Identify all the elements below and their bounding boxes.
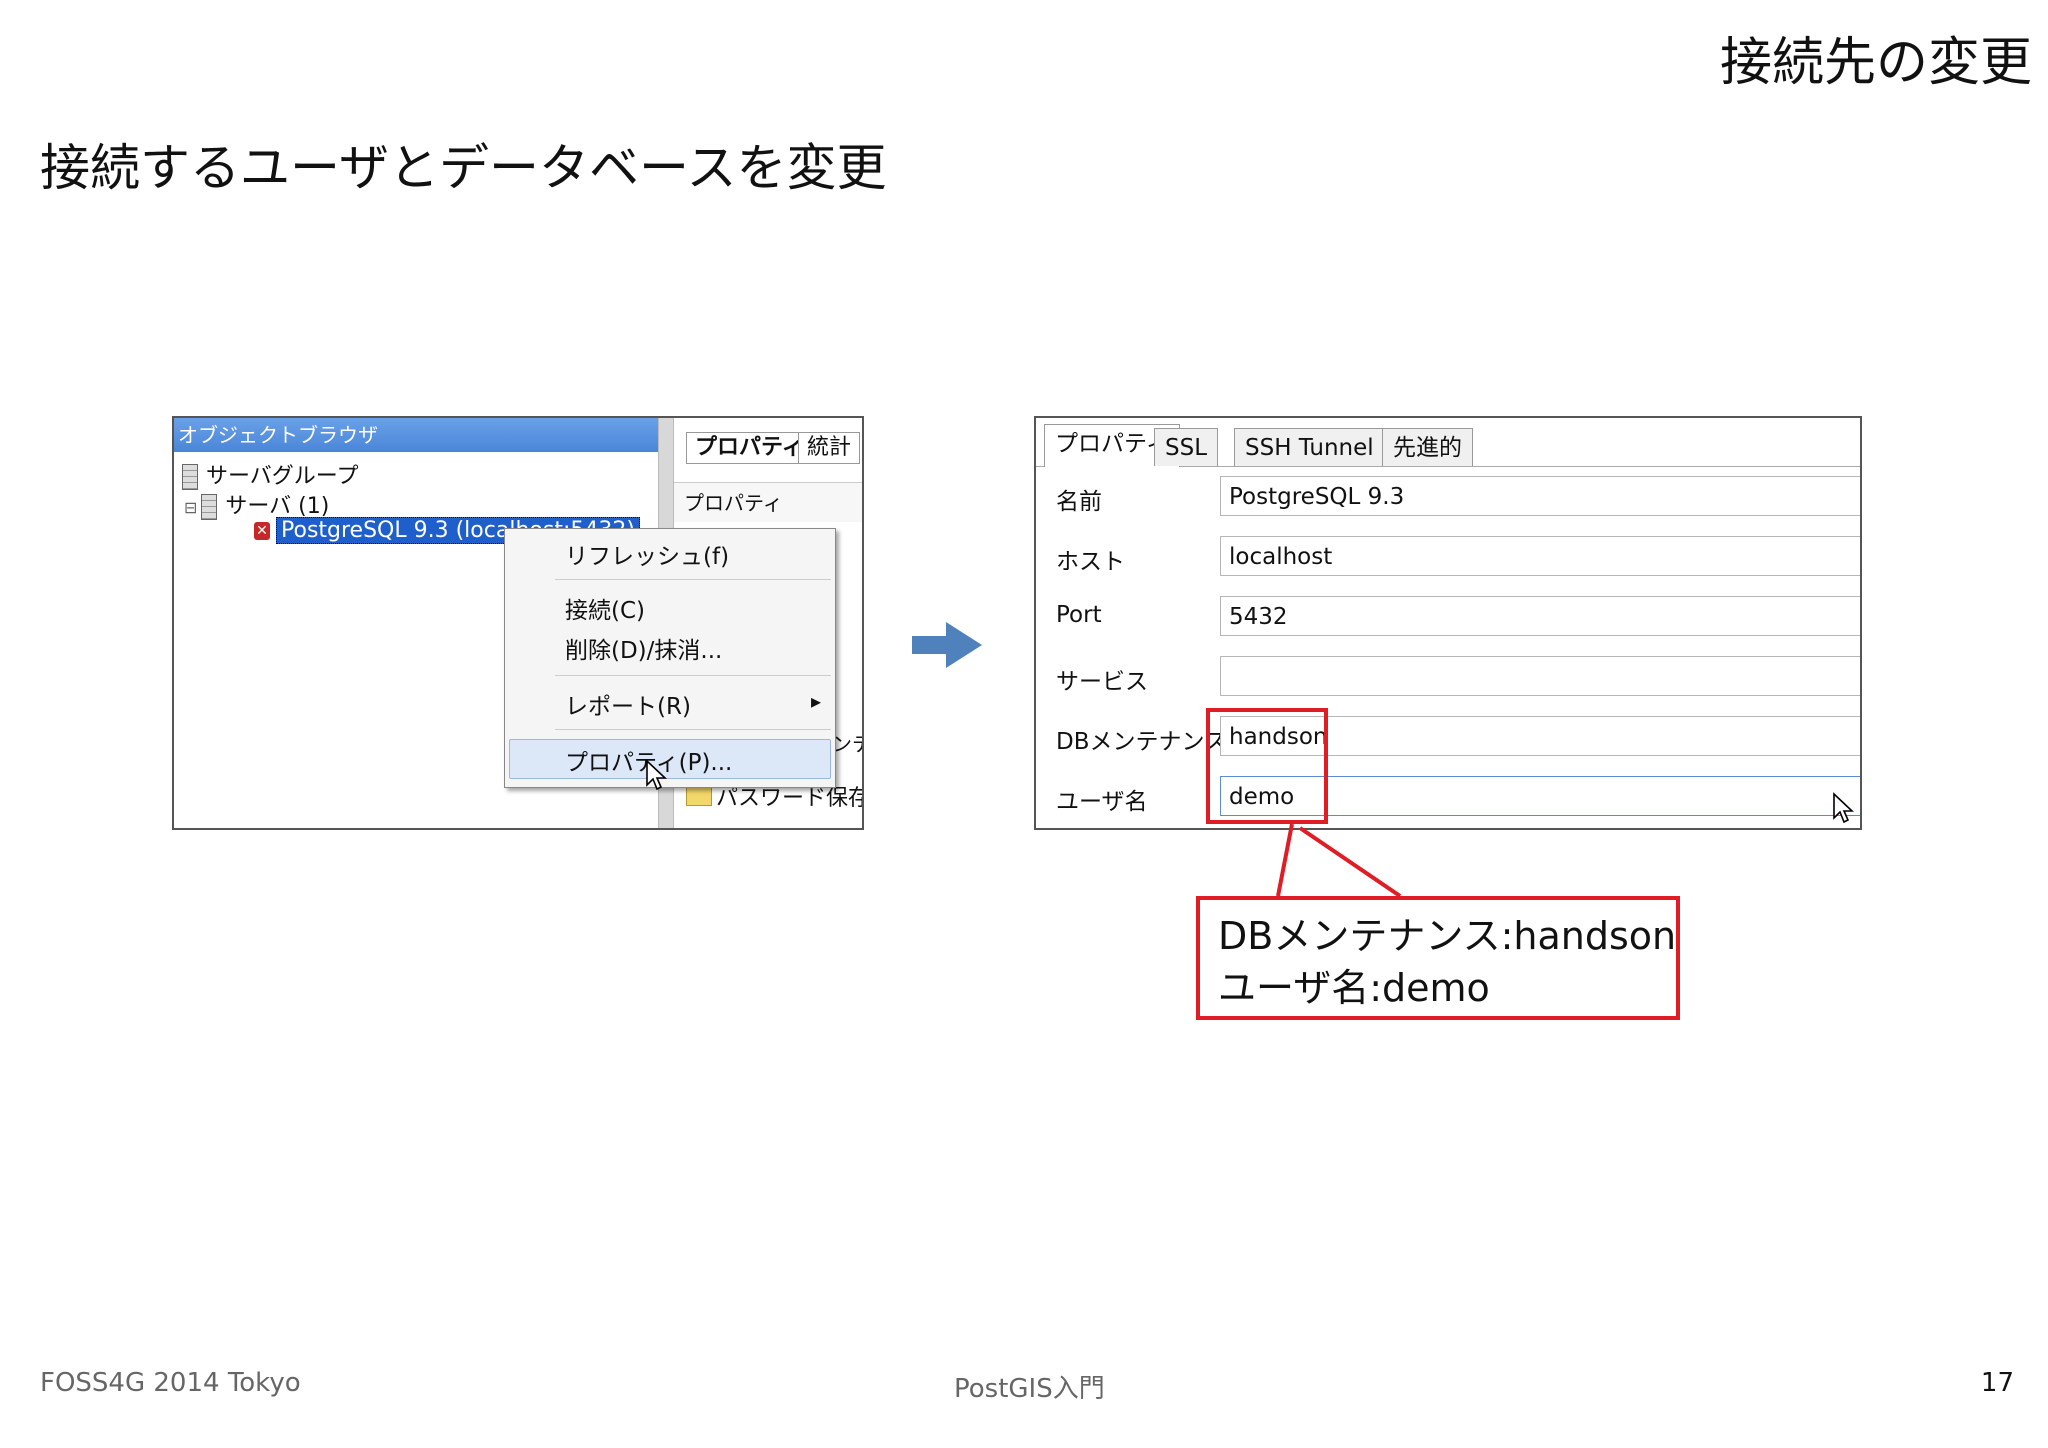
tab-ssh-tunnel[interactable]: SSH Tunnel: [1234, 428, 1385, 466]
tab-ssl[interactable]: SSL: [1154, 428, 1219, 466]
context-menu: リフレッシュ(f) 接続(C) 削除(D)/抹消... レポート(R) ▸ プロ…: [504, 528, 836, 791]
properties-tabs: プロパティ 統計: [676, 424, 862, 464]
object-browser-title: オブジェクトブラウザ: [178, 423, 378, 447]
tab-properties[interactable]: プロパティ: [686, 432, 813, 464]
callout-line-username: ユーザ名:demo: [1218, 966, 1490, 1010]
callout-line-maintenance-db: DBメンテナンス:handson: [1218, 914, 1677, 958]
tree-item-label: サーバ (1): [225, 494, 330, 519]
field-label-port: Port: [1056, 602, 1102, 628]
properties-dialog-screenshot: プロパティ SSL SSH Tunnel 先進的 名前 PostgreSQL 9…: [1034, 416, 1862, 830]
properties-pane-header: プロパティ: [674, 482, 862, 522]
tree-item-label: サーバグループ: [206, 464, 359, 489]
footer-left: FOSS4G 2014 Tokyo: [40, 1368, 301, 1398]
menu-item-report[interactable]: レポート(R): [565, 687, 691, 721]
object-browser-screenshot: オブジェクトブラウザ × サーバグループ ⊟サーバ (1) ✕PostgreSQ…: [172, 416, 864, 830]
server-group-icon: [182, 464, 198, 490]
host-input[interactable]: localhost: [1220, 536, 1860, 576]
server-icon: [201, 494, 218, 520]
callout-box: DBメンテナンス:handson ユーザ名:demo: [1196, 896, 1680, 1020]
field-label-name: 名前: [1056, 489, 1102, 515]
tab-advanced[interactable]: 先進的: [1382, 428, 1473, 466]
database-disconnected-icon: ✕: [254, 522, 270, 540]
field-label-service: サービス: [1056, 669, 1148, 695]
page-number: 17: [1980, 1368, 2014, 1398]
object-browser-header: オブジェクトブラウザ: [174, 418, 658, 452]
field-label-host: ホスト: [1056, 549, 1125, 575]
tab-statistics[interactable]: 統計: [798, 432, 861, 464]
tree-item-server-group[interactable]: サーバグループ: [182, 458, 358, 490]
properties-pane-label: プロパティ: [684, 491, 783, 515]
menu-separator: [555, 675, 831, 676]
menu-item-connect[interactable]: 接続(C): [565, 591, 645, 625]
mouse-cursor-icon: [646, 759, 668, 791]
menu-item-refresh[interactable]: リフレッシュ(f): [565, 537, 729, 571]
expand-icon[interactable]: ⊟: [184, 498, 197, 517]
tree-item-servers[interactable]: ⊟ サーバ (1): [184, 488, 329, 520]
submenu-arrow-icon: ▸: [810, 689, 821, 713]
menu-separator: [555, 579, 831, 580]
mouse-cursor-icon: [1833, 792, 1855, 824]
dialog-tab-bar: プロパティ SSL SSH Tunnel 先進的: [1036, 418, 1860, 467]
highlight-box: [1206, 708, 1328, 824]
menu-item-delete[interactable]: 削除(D)/抹消...: [565, 631, 722, 665]
footer-center: PostGIS入門: [954, 1374, 1105, 1404]
port-input[interactable]: 5432: [1220, 596, 1860, 636]
right-arrow-icon: [912, 622, 982, 668]
name-input[interactable]: PostgreSQL 9.3: [1220, 476, 1860, 516]
menu-separator: [555, 729, 831, 730]
slide-title: 接続先の変更: [1719, 33, 2032, 93]
service-input[interactable]: [1220, 656, 1860, 696]
slide-subtitle: 接続するユーザとデータベースを変更: [40, 139, 887, 197]
field-label-username: ユーザ名: [1056, 789, 1148, 815]
properties-fragment: ンテ: [832, 732, 862, 756]
field-label-maintenance-db: DBメンテナンス: [1056, 729, 1228, 755]
